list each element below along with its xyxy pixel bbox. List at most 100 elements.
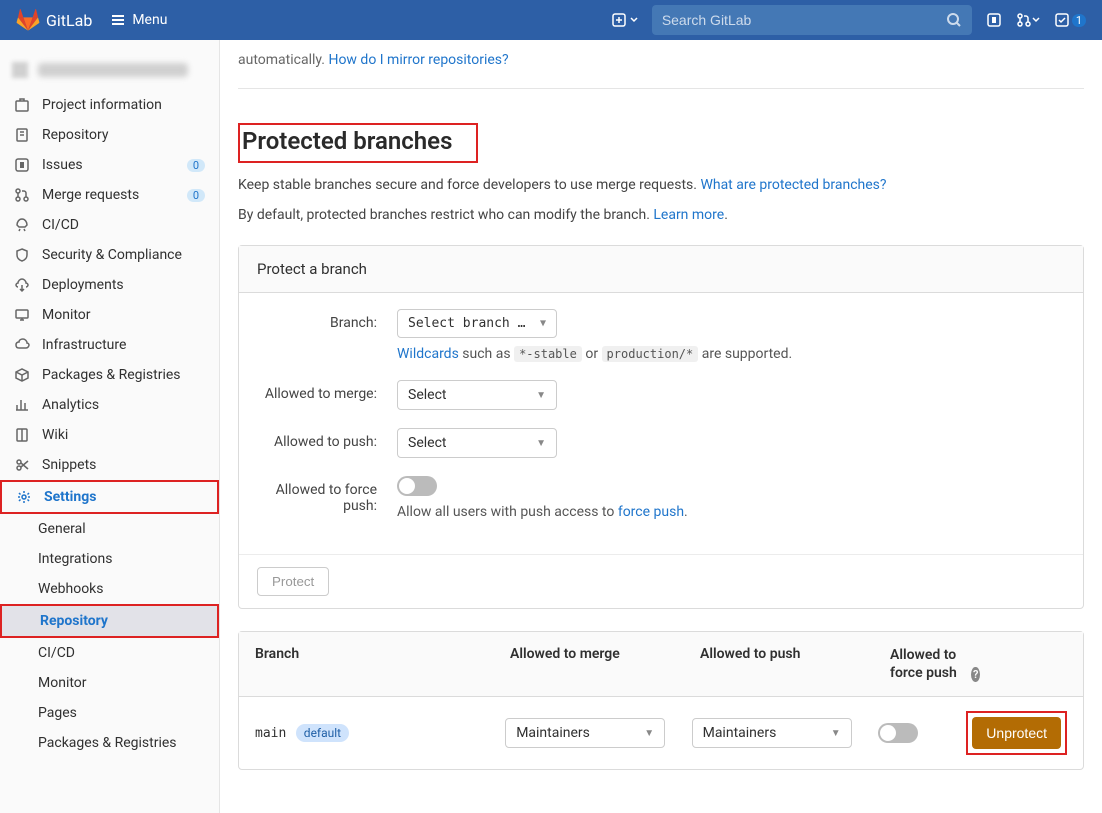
- settings-sub-pages[interactable]: Pages: [0, 698, 219, 728]
- chevron-down-icon: [630, 16, 638, 24]
- sidebar-item-issues[interactable]: Issues 0: [0, 150, 219, 180]
- settings-sub-general[interactable]: General: [0, 514, 219, 544]
- sidebar-item-merge-requests[interactable]: Merge requests 0: [0, 180, 219, 210]
- merge-label: Allowed to merge:: [257, 380, 377, 410]
- divider: [238, 88, 1084, 89]
- what-are-link[interactable]: What are protected branches?: [700, 177, 886, 193]
- chart-icon: [14, 397, 30, 413]
- chevron-down-icon: ▼: [831, 728, 841, 739]
- todo-count: 1: [1072, 14, 1086, 27]
- gear-icon: [16, 489, 32, 505]
- branch-name: main: [255, 726, 286, 741]
- project-name-blurred: [0, 50, 219, 90]
- sidebar-item-wiki[interactable]: Wiki: [0, 420, 219, 450]
- description-1: Keep stable branches secure and force de…: [238, 177, 1084, 193]
- menu-label: Menu: [132, 12, 167, 28]
- shield-icon: [14, 247, 30, 263]
- sidebar-item-repository[interactable]: Repository: [0, 120, 219, 150]
- sidebar-item-snippets[interactable]: Snippets: [0, 450, 219, 480]
- card-header: Protect a branch: [239, 246, 1083, 293]
- force-push-link[interactable]: force push: [618, 504, 684, 520]
- sidebar-item-analytics[interactable]: Analytics: [0, 390, 219, 420]
- search-input[interactable]: [662, 12, 946, 28]
- package-icon: [14, 367, 30, 383]
- cloud-icon: [14, 337, 30, 353]
- sidebar-item-security[interactable]: Security & Compliance: [0, 240, 219, 270]
- merge-request-icon: [1016, 12, 1032, 28]
- th-force: Allowed to force push ?: [890, 646, 980, 682]
- rocket-icon: [14, 217, 30, 233]
- monitor-icon: [14, 307, 30, 323]
- close-icon: ✕: [402, 479, 410, 490]
- chevron-down-icon: ▼: [540, 318, 546, 329]
- close-icon: ✕: [883, 726, 891, 737]
- settings-sub-integrations[interactable]: Integrations: [0, 544, 219, 574]
- merge-select[interactable]: Select ▼: [397, 380, 557, 410]
- protect-button[interactable]: Protect: [257, 567, 329, 596]
- table-row: main default Maintainers ▼ Maintainers ▼: [239, 697, 1083, 769]
- issues-icon: [986, 12, 1002, 28]
- merge-request-icon: [14, 187, 30, 203]
- protected-branches-table: Branch Allowed to merge Allowed to push …: [238, 631, 1084, 770]
- page-title: Protected branches: [238, 123, 478, 163]
- tanuki-icon: [16, 8, 40, 32]
- issues-shortcut[interactable]: [986, 12, 1002, 28]
- protect-branch-card: Protect a branch Branch: Select branch ……: [238, 245, 1084, 609]
- mirror-link[interactable]: How do I mirror repositories?: [328, 52, 508, 68]
- push-select[interactable]: Select ▼: [397, 428, 557, 458]
- help-icon[interactable]: ?: [971, 667, 980, 682]
- row-push-select[interactable]: Maintainers ▼: [692, 718, 852, 748]
- learn-more-link[interactable]: Learn more: [653, 207, 724, 223]
- issues-count: 0: [187, 159, 205, 172]
- sidebar-item-project-information[interactable]: Project information: [0, 90, 219, 120]
- issues-icon: [14, 157, 30, 173]
- book-icon: [14, 427, 30, 443]
- force-push-label: Allowed to force push:: [257, 476, 377, 520]
- settings-sub-repository[interactable]: Repository: [0, 604, 219, 638]
- branch-select[interactable]: Select branch … ▼: [397, 309, 557, 338]
- row-force-toggle[interactable]: ✕: [878, 723, 918, 743]
- settings-sub-cicd[interactable]: CI/CD: [0, 638, 219, 668]
- sidebar-item-deployments[interactable]: Deployments: [0, 270, 219, 300]
- search-icon: [946, 12, 962, 28]
- sidebar-item-cicd[interactable]: CI/CD: [0, 210, 219, 240]
- deploy-icon: [14, 277, 30, 293]
- chevron-down-icon: [1032, 16, 1040, 24]
- new-dropdown[interactable]: [612, 13, 638, 27]
- gitlab-logo[interactable]: GitLab: [16, 8, 92, 32]
- wildcards-link[interactable]: Wildcards: [397, 346, 459, 362]
- project-icon: [14, 97, 30, 113]
- default-badge: default: [296, 724, 349, 742]
- chevron-down-icon: ▼: [536, 438, 546, 449]
- scissors-icon: [14, 457, 30, 473]
- chevron-down-icon: ▼: [536, 390, 546, 401]
- todo-icon: [1054, 12, 1070, 28]
- chevron-down-icon: ▼: [644, 728, 654, 739]
- plus-icon: [612, 13, 626, 27]
- th-push: Allowed to push: [700, 646, 890, 682]
- unprotect-button[interactable]: Unprotect: [972, 717, 1061, 749]
- repository-icon: [14, 127, 30, 143]
- sidebar-item-monitor[interactable]: Monitor: [0, 300, 219, 330]
- force-push-toggle[interactable]: ✕: [397, 476, 437, 496]
- sidebar-item-settings[interactable]: Settings: [0, 480, 219, 514]
- sidebar-item-packages[interactable]: Packages & Registries: [0, 360, 219, 390]
- branch-label: Branch:: [257, 309, 377, 362]
- merge-requests-shortcut[interactable]: [1016, 12, 1040, 28]
- sidebar-item-infrastructure[interactable]: Infrastructure: [0, 330, 219, 360]
- search-box[interactable]: [652, 5, 972, 35]
- wildcards-hint: Wildcards such as *-stable or production…: [397, 346, 1065, 362]
- menu-button[interactable]: Menu: [110, 12, 167, 28]
- settings-sub-webhooks[interactable]: Webhooks: [0, 574, 219, 604]
- hamburger-icon: [110, 12, 126, 28]
- row-merge-select[interactable]: Maintainers ▼: [505, 718, 665, 748]
- push-label: Allowed to push:: [257, 428, 377, 458]
- settings-sub-monitor[interactable]: Monitor: [0, 668, 219, 698]
- force-push-hint: Allow all users with push access to forc…: [397, 504, 1065, 520]
- prev-section-trail: automatically. How do I mirror repositor…: [238, 52, 1084, 68]
- th-branch: Branch: [255, 646, 510, 682]
- mr-count: 0: [187, 189, 205, 202]
- todos-shortcut[interactable]: 1: [1054, 12, 1086, 28]
- brand-label: GitLab: [46, 11, 92, 30]
- settings-sub-packages[interactable]: Packages & Registries: [0, 728, 219, 758]
